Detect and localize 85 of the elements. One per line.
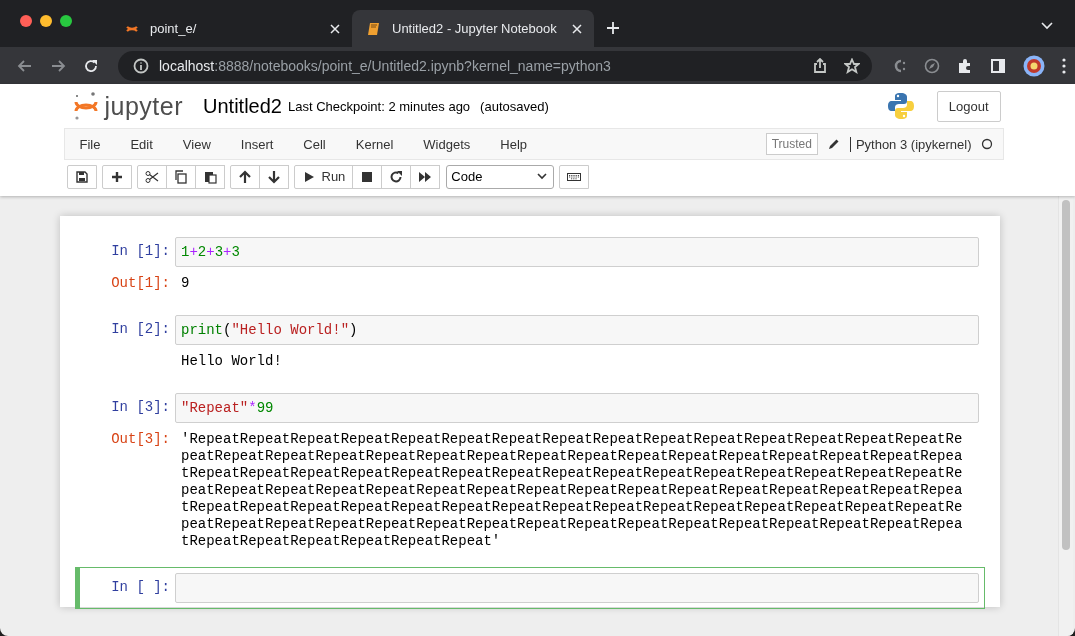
reload-icon[interactable] (83, 57, 99, 74)
url-text: localhost:8888/notebooks/point_e/Untitled2.ipynb?kernel_name=python3 (159, 57, 612, 74)
code-editor[interactable]: 1+2+3+3 (175, 237, 979, 267)
save-button[interactable] (66, 164, 97, 189)
kernel-name[interactable]: Python 3 (ipykernel) (849, 136, 972, 152)
info-icon[interactable] (133, 57, 149, 74)
forward-icon[interactable] (50, 57, 66, 74)
browser-tab[interactable]: point_e/ (110, 10, 352, 47)
copy-button[interactable] (165, 164, 196, 189)
tab-title: Untitled2 - Jupyter Notebook (392, 21, 558, 36)
jupyter-logo-icon[interactable] (72, 91, 99, 121)
code-cell[interactable]: In [ ]: (75, 567, 985, 609)
compass-icon[interactable] (924, 57, 940, 74)
menu-item[interactable]: Cell (290, 136, 338, 152)
output-text: Hello World! (180, 352, 283, 370)
puzzle-icon[interactable] (957, 57, 973, 74)
pencil-icon[interactable] (827, 138, 840, 150)
insert-cell-button[interactable] (101, 164, 132, 189)
code-editor[interactable]: "Repeat"*99 (175, 393, 979, 423)
move-up-icon (237, 169, 252, 184)
move-down-icon (266, 169, 281, 184)
sidebar-icon[interactable] (990, 57, 1006, 74)
input-prompt: In [2]: (110, 320, 171, 338)
trusted-badge[interactable]: Trusted (765, 133, 818, 155)
output-prompt: Out[3]: (110, 430, 171, 448)
keyboard-button[interactable] (559, 164, 590, 189)
scroll-thumb[interactable] (1062, 200, 1070, 550)
paste-button[interactable] (194, 164, 225, 189)
close-icon[interactable] (572, 23, 582, 34)
more-icon[interactable] (1062, 57, 1066, 74)
paste-icon (202, 169, 217, 184)
back-icon[interactable] (17, 57, 33, 74)
restart-icon (389, 169, 404, 184)
input-prompt: In [3]: (110, 398, 171, 416)
code-cell[interactable]: In [2]: print("Hello World!") Hello World! (75, 309, 985, 376)
code-editor[interactable]: print("Hello World!") (175, 315, 979, 345)
stop-button[interactable] (352, 164, 383, 189)
run-button[interactable]: Run (293, 164, 354, 189)
input-prompt: In [ ]: (110, 578, 171, 596)
menu-item[interactable]: File (66, 136, 113, 152)
address-field[interactable]: localhost:8888/notebooks/point_e/Untitled2.ipynb?kernel_name=python3 (118, 50, 872, 81)
star-icon[interactable] (844, 57, 860, 74)
output-text: 9 (180, 274, 191, 292)
menu-item[interactable]: Widgets (410, 136, 483, 152)
checkpoint-text: Last Checkpoint: 2 minutes ago (288, 98, 471, 114)
cell-type-dropdown[interactable]: Code (446, 164, 555, 189)
notebook-name[interactable]: Untitled2 (203, 94, 282, 118)
autosave-status: (autosaved) (480, 98, 549, 114)
tab-title: point_e/ (150, 21, 198, 36)
logout-button[interactable]: Logout (936, 90, 1001, 122)
insert-cell-icon (109, 169, 124, 184)
cut-button[interactable] (136, 164, 167, 189)
save-icon (74, 169, 89, 184)
move-up-button[interactable] (229, 164, 260, 189)
window-control-icon[interactable] (60, 14, 72, 27)
cut-icon (144, 169, 159, 184)
share-icon[interactable] (812, 57, 828, 74)
python-logo-icon (886, 92, 915, 120)
output-text: 'RepeatRepeatRepeatRepeatRepeatRepeatRepeatRepeatRepeatRepeatRepeatRepeatRepeatRepeatRepeatRepeatRepeatRepeatRepeatRepeatRepeatRepeatRepeatRepeatRepeatRepeatRepeatRepeatRepeatRepeatRepeatRepeatRepeatRepeatRepeatRepeatRepeatRepeatRepeatRepeatRepeatRepeatRepeatRepeatRepeatRepeatRepeatRepeatRepeatRepeatRepeatRepeatRepeatRepeatRepeatRepeatRepeatRepeatRepeatRepeatRepeatRepeatRepeatRepeatRepeatRepeatRepeatRepeatRepeatRepeatRepeatRepeatRepeatRepeatRepeatRepeatRepeatRepeatRepeatRepeatRepeatRepeatRepeatRepeatRepeatRepeatRepeatRepeatRepeatRepeatRepeatRepeatRepeatRepeatRepeatRepeatRepeatRepeatRepeat' (180, 430, 964, 550)
menu-item[interactable]: Kernel (342, 136, 406, 152)
book-icon (366, 20, 382, 37)
fast-forward-button[interactable] (410, 164, 441, 189)
copy-icon (173, 169, 188, 184)
kernel-idle-icon (980, 138, 993, 150)
chevron-down-icon (537, 173, 548, 180)
code-cell[interactable]: In [1]: 1+2+3+3 Out[1]: 9 (75, 231, 985, 298)
menu-item[interactable]: Help (487, 136, 540, 152)
scrollbar[interactable] (1058, 196, 1073, 636)
avatar-icon[interactable] (1023, 54, 1045, 77)
close-icon[interactable] (330, 23, 340, 34)
new-tab-icon[interactable] (606, 20, 620, 35)
jupyter-logo-text[interactable]: jupyter (104, 91, 184, 121)
output-prompt: Out[1]: (110, 274, 171, 292)
menu-item[interactable]: Insert (227, 136, 286, 152)
restart-button[interactable] (381, 164, 412, 189)
fast-forward-icon (418, 169, 433, 184)
window-control-icon[interactable] (40, 14, 52, 27)
menu-item[interactable]: View (169, 136, 223, 152)
move-down-button[interactable] (258, 164, 289, 189)
browser-tab[interactable]: Untitled2 - Jupyter Notebook (352, 10, 594, 47)
window-control-icon[interactable] (20, 14, 32, 27)
chevron-down-icon[interactable] (1041, 21, 1053, 30)
menu-item[interactable]: Edit (117, 136, 165, 152)
stop-icon (360, 169, 375, 184)
input-prompt: In [1]: (110, 242, 171, 260)
